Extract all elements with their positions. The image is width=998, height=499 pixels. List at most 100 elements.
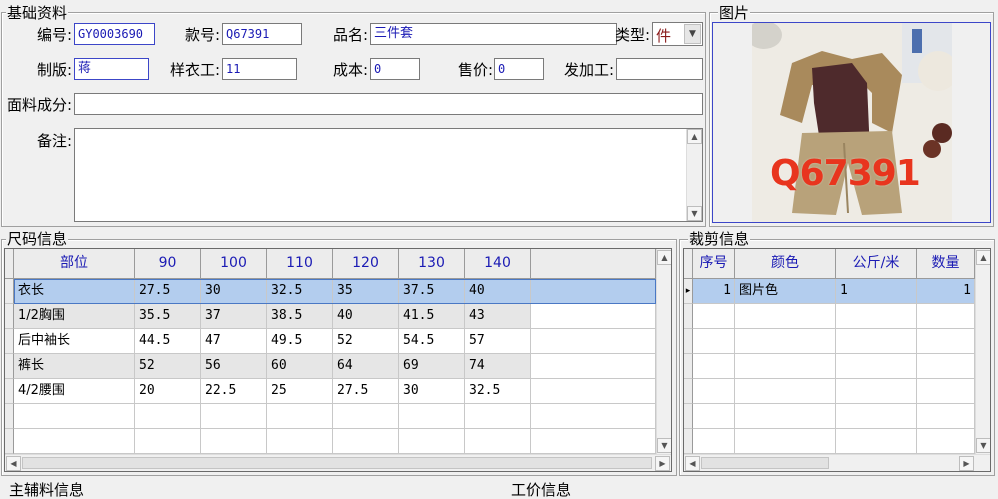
table-cell[interactable] — [531, 379, 656, 404]
row-header[interactable] — [684, 379, 693, 404]
table-cell[interactable] — [735, 379, 836, 404]
cost-field[interactable]: 0 — [370, 58, 420, 80]
table-cell[interactable] — [531, 279, 656, 304]
maker-field[interactable]: 蒋 — [74, 58, 149, 80]
table-cell[interactable]: 20 — [135, 379, 201, 404]
row-header[interactable] — [5, 354, 14, 379]
remark-scrollbar[interactable]: ▲ ▼ — [686, 129, 702, 221]
table-cell[interactable]: 57 — [465, 329, 531, 354]
table-cell[interactable] — [735, 329, 836, 354]
size-col-header-120[interactable]: 120 — [333, 249, 399, 279]
table-cell[interactable] — [531, 354, 656, 379]
table-cell[interactable] — [531, 329, 656, 354]
table-cell[interactable]: 32.5 — [267, 279, 333, 304]
row-header[interactable] — [5, 379, 14, 404]
table-cell[interactable]: 1/2胸围 — [14, 304, 135, 329]
scroll-down-icon[interactable]: ▼ — [657, 438, 671, 453]
hscroll-thumb[interactable] — [701, 457, 829, 469]
table-cell[interactable] — [693, 329, 735, 354]
table-cell[interactable]: 49.5 — [267, 329, 333, 354]
table-cell[interactable] — [917, 304, 975, 329]
size-col-header-100[interactable]: 100 — [201, 249, 267, 279]
table-cell[interactable] — [735, 404, 836, 429]
scroll-up-icon[interactable]: ▲ — [687, 129, 702, 144]
table-cell[interactable]: 64 — [333, 354, 399, 379]
table-cell[interactable]: 衣长 — [14, 279, 135, 304]
row-header[interactable] — [5, 329, 14, 354]
size-table-hscroll[interactable]: ◀ ▶ — [5, 454, 671, 471]
table-cell[interactable] — [693, 354, 735, 379]
table-cell[interactable] — [836, 304, 917, 329]
table-cell[interactable] — [531, 304, 656, 329]
table-cell[interactable]: 35.5 — [135, 304, 201, 329]
table-cell[interactable] — [917, 329, 975, 354]
sample-field[interactable]: 11 — [222, 58, 297, 80]
table-cell[interactable] — [693, 429, 735, 454]
table-cell[interactable] — [531, 429, 656, 454]
size-col-header-130[interactable]: 130 — [399, 249, 465, 279]
table-cell[interactable] — [135, 429, 201, 454]
table-cell[interactable]: 47 — [201, 329, 267, 354]
table-cell[interactable] — [333, 404, 399, 429]
price-field[interactable]: 0 — [494, 58, 544, 80]
table-cell[interactable] — [836, 379, 917, 404]
table-cell[interactable] — [399, 404, 465, 429]
row-header[interactable] — [5, 304, 14, 329]
table-cell[interactable] — [917, 354, 975, 379]
row-header[interactable] — [684, 429, 693, 454]
size-col-header-140[interactable]: 140 — [465, 249, 531, 279]
table-cell[interactable] — [693, 379, 735, 404]
scroll-up-icon[interactable]: ▲ — [976, 250, 990, 265]
table-cell[interactable] — [836, 354, 917, 379]
table-cell[interactable]: 27.5 — [333, 379, 399, 404]
table-cell[interactable] — [135, 404, 201, 429]
scroll-up-icon[interactable]: ▲ — [657, 250, 671, 265]
table-cell[interactable]: 图片色 — [735, 279, 836, 304]
scroll-left-icon[interactable]: ◀ — [6, 456, 21, 471]
table-cell[interactable]: 后中袖长 — [14, 329, 135, 354]
table-cell[interactable]: 25 — [267, 379, 333, 404]
table-cell[interactable] — [267, 404, 333, 429]
table-cell[interactable] — [917, 404, 975, 429]
table-cell[interactable] — [693, 304, 735, 329]
table-cell[interactable] — [735, 304, 836, 329]
table-cell[interactable] — [201, 429, 267, 454]
scroll-right-icon[interactable]: ▶ — [655, 456, 670, 471]
size-table-vscroll[interactable]: ▲ ▼ — [656, 249, 671, 454]
table-cell[interactable] — [836, 429, 917, 454]
table-cell[interactable]: 60 — [267, 354, 333, 379]
table-cell[interactable] — [14, 404, 135, 429]
table-cell[interactable] — [836, 404, 917, 429]
table-cell[interactable] — [465, 429, 531, 454]
scroll-down-icon[interactable]: ▼ — [687, 206, 702, 221]
cut-col-header-qty[interactable]: 数量 — [917, 249, 975, 279]
table-cell[interactable]: 37 — [201, 304, 267, 329]
process-field[interactable] — [616, 58, 703, 80]
table-cell[interactable]: 35 — [333, 279, 399, 304]
table-cell[interactable]: 4/2腰围 — [14, 379, 135, 404]
table-cell[interactable]: 40 — [465, 279, 531, 304]
row-header[interactable] — [684, 404, 693, 429]
size-col-header-90[interactable]: 90 — [135, 249, 201, 279]
table-cell[interactable] — [917, 429, 975, 454]
table-cell[interactable] — [836, 329, 917, 354]
table-cell[interactable] — [531, 404, 656, 429]
table-cell[interactable] — [735, 429, 836, 454]
table-cell[interactable]: 裤长 — [14, 354, 135, 379]
scroll-down-icon[interactable]: ▼ — [976, 438, 990, 453]
table-cell[interactable] — [399, 429, 465, 454]
scroll-right-icon[interactable]: ▶ — [959, 456, 974, 471]
size-table[interactable]: 部位 90 100 110 120 130 140 衣长 27.5 30 32.5 35… — [4, 248, 672, 472]
table-cell[interactable]: 52 — [135, 354, 201, 379]
cut-col-header-index[interactable]: 序号 — [693, 249, 735, 279]
table-cell[interactable]: 44.5 — [135, 329, 201, 354]
fabric-field[interactable] — [74, 93, 703, 115]
cut-table-hscroll[interactable]: ◀ ▶ — [684, 454, 990, 471]
cut-col-header-color[interactable]: 颜色 — [735, 249, 836, 279]
table-cell[interactable]: 30 — [201, 279, 267, 304]
table-cell[interactable] — [201, 404, 267, 429]
row-header[interactable] — [684, 354, 693, 379]
size-col-header-110[interactable]: 110 — [267, 249, 333, 279]
row-header[interactable] — [684, 304, 693, 329]
row-header[interactable] — [5, 404, 14, 429]
